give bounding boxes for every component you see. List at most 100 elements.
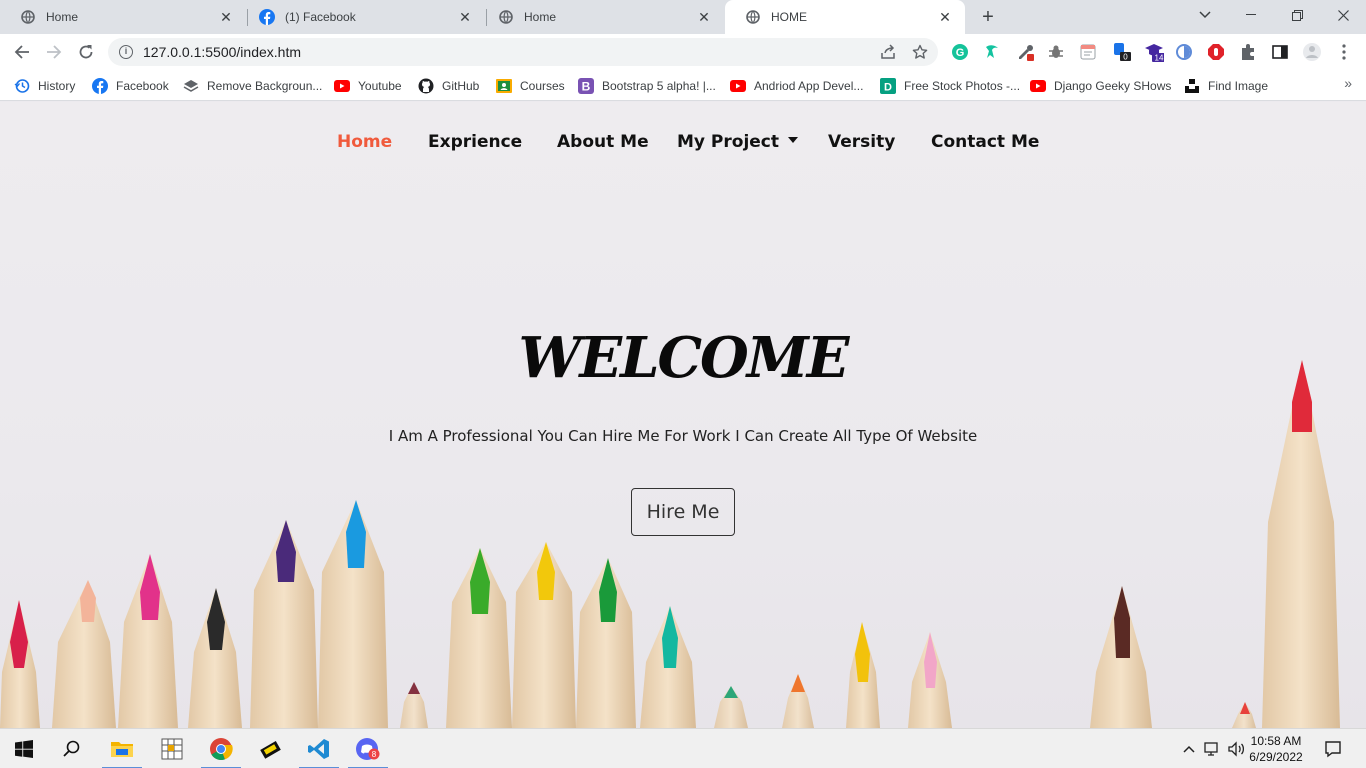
sidebar-icon[interactable]	[1270, 42, 1290, 62]
windows-taskbar: 8 10:58 AM 6/29/2022	[0, 728, 1366, 768]
back-arrow-icon	[14, 45, 29, 59]
tab-title: HOME	[771, 10, 807, 24]
hire-me-button[interactable]: Hire Me	[631, 488, 735, 536]
layers-icon	[183, 78, 199, 94]
youtube-icon	[334, 78, 350, 94]
nav-versity[interactable]: Versity	[828, 132, 895, 152]
bookmark-label: Courses	[520, 79, 565, 93]
classroom-icon	[496, 78, 512, 94]
bookmark-label: Youtube	[358, 79, 402, 93]
bookmark-label: Bootstrap 5 alpha! |...	[602, 79, 716, 93]
tab-title: (1) Facebook	[285, 10, 356, 24]
bookmark-bootstrap[interactable]: B Bootstrap 5 alpha! |...	[578, 77, 716, 95]
bookmark-youtube[interactable]: Youtube	[334, 77, 402, 95]
svg-text:D: D	[884, 82, 892, 94]
tab-search-chevron-icon[interactable]	[1182, 0, 1228, 30]
tab-home-1[interactable]: Home ✕	[0, 0, 246, 34]
circle-extension-icon[interactable]	[1174, 42, 1194, 62]
tab-home-active[interactable]: HOME ✕	[725, 0, 965, 34]
restore-button[interactable]	[1274, 0, 1320, 30]
network-icon[interactable]	[1204, 740, 1222, 758]
nav-contact-me[interactable]: Contact Me	[931, 132, 1039, 152]
chip-app-icon[interactable]	[246, 729, 294, 768]
youtube-icon	[730, 78, 746, 94]
facebook-icon	[259, 9, 275, 25]
tab-strip: Home ✕ (1) Facebook ✕ Home ✕ HOME ✕ +	[0, 0, 1366, 34]
back-button[interactable]	[8, 38, 36, 66]
graduation-cap-icon[interactable]: 14	[1144, 42, 1164, 62]
globe-icon	[745, 9, 761, 25]
chevron-up-icon[interactable]	[1180, 740, 1198, 758]
bookmark-remove-background[interactable]: Remove Backgroun...	[183, 77, 322, 95]
tab-close-icon[interactable]: ✕	[696, 9, 712, 25]
bookmark-django[interactable]: Django Geeky SHows	[1030, 77, 1171, 95]
minimize-button[interactable]	[1228, 0, 1274, 30]
discord-icon[interactable]: 8	[344, 729, 392, 768]
bookmark-find-image[interactable]: Find Image	[1184, 77, 1268, 95]
extension-badge-icon[interactable]: 0	[1112, 42, 1132, 62]
adblock-icon[interactable]	[1206, 42, 1226, 62]
bookmark-android-app[interactable]: Andriod App Devel...	[730, 77, 863, 95]
nav-about-me[interactable]: About Me	[557, 132, 649, 152]
discord-badge-count: 8	[372, 750, 377, 759]
system-clock[interactable]: 10:58 AM 6/29/2022	[1244, 733, 1308, 765]
globe-icon	[20, 9, 36, 25]
bookmark-free-stock-photos[interactable]: D Free Stock Photos -...	[880, 77, 1020, 95]
extension-badge-count: 14	[1155, 54, 1164, 63]
tab-close-icon[interactable]: ✕	[937, 9, 953, 25]
bookmark-github[interactable]: GitHub	[418, 77, 479, 95]
notification-icon[interactable]	[1324, 740, 1342, 758]
address-bar[interactable]: i 127.0.0.1:5500/index.htm	[108, 38, 938, 66]
hero-title: WELCOME	[518, 325, 850, 391]
tab-close-icon[interactable]: ✕	[457, 9, 473, 25]
bookmark-star-icon[interactable]	[912, 44, 928, 60]
bookmark-label: Django Geeky SHows	[1054, 79, 1172, 93]
web-page: Home Exprience About Me My Project Versi…	[0, 102, 1366, 728]
tab-facebook[interactable]: (1) Facebook ✕	[239, 0, 485, 34]
forward-arrow-icon	[47, 45, 62, 59]
url-text[interactable]: 127.0.0.1:5500/index.htm	[143, 44, 301, 60]
new-tab-button[interactable]: +	[976, 5, 1000, 29]
facebook-icon	[92, 78, 108, 94]
grid-app-icon[interactable]	[148, 729, 196, 768]
grammarly-icon[interactable]: G	[950, 42, 970, 62]
youtube-icon	[1030, 78, 1046, 94]
bug-icon[interactable]	[1046, 42, 1066, 62]
tab-title: Home	[46, 10, 79, 24]
share-icon[interactable]	[880, 44, 896, 60]
puzzle-icon[interactable]	[1238, 42, 1258, 62]
tab-title: Home	[524, 10, 557, 24]
nav-home[interactable]: Home	[337, 132, 392, 152]
bookmarks-bar: History Facebook Remove Backgroun... You…	[0, 70, 1366, 101]
file-explorer-icon[interactable]	[98, 729, 146, 768]
site-info-icon[interactable]: i	[119, 45, 133, 59]
search-icon[interactable]	[48, 729, 96, 768]
bookmark-label: Remove Backgroun...	[207, 79, 323, 93]
bookmark-label: Andriod App Devel...	[754, 79, 864, 93]
tab-close-icon[interactable]: ✕	[218, 9, 234, 25]
clock-date: 6/29/2022	[1249, 750, 1303, 764]
nav-experience[interactable]: Exprience	[428, 132, 522, 152]
close-window-button[interactable]	[1320, 0, 1366, 30]
bookmark-label: Find Image	[1208, 79, 1269, 93]
unsplash-icon	[1184, 78, 1200, 94]
bookmark-courses[interactable]: Courses	[496, 77, 565, 95]
tampermonkey-icon[interactable]	[982, 42, 1002, 62]
bookmark-history[interactable]: History	[14, 77, 75, 95]
vscode-icon[interactable]	[295, 729, 343, 768]
chrome-icon[interactable]	[197, 729, 245, 768]
profile-icon[interactable]	[1302, 42, 1322, 62]
bootstrap-icon: B	[578, 78, 594, 94]
forward-button[interactable]	[40, 38, 68, 66]
tab-home-2[interactable]: Home ✕	[478, 0, 724, 34]
reload-button[interactable]	[72, 38, 100, 66]
bookmark-label: Free Stock Photos -...	[904, 79, 1021, 93]
windows-start-icon[interactable]	[0, 729, 48, 768]
notes-icon[interactable]	[1078, 42, 1098, 62]
more-vertical-icon[interactable]	[1334, 42, 1354, 62]
bookmark-facebook[interactable]: Facebook	[92, 77, 169, 95]
color-picker-icon[interactable]	[1016, 42, 1036, 62]
bookmarks-overflow-icon[interactable]: »	[1344, 75, 1352, 91]
svg-text:B: B	[582, 80, 591, 94]
nav-my-project-dropdown[interactable]: My Project	[677, 132, 798, 152]
